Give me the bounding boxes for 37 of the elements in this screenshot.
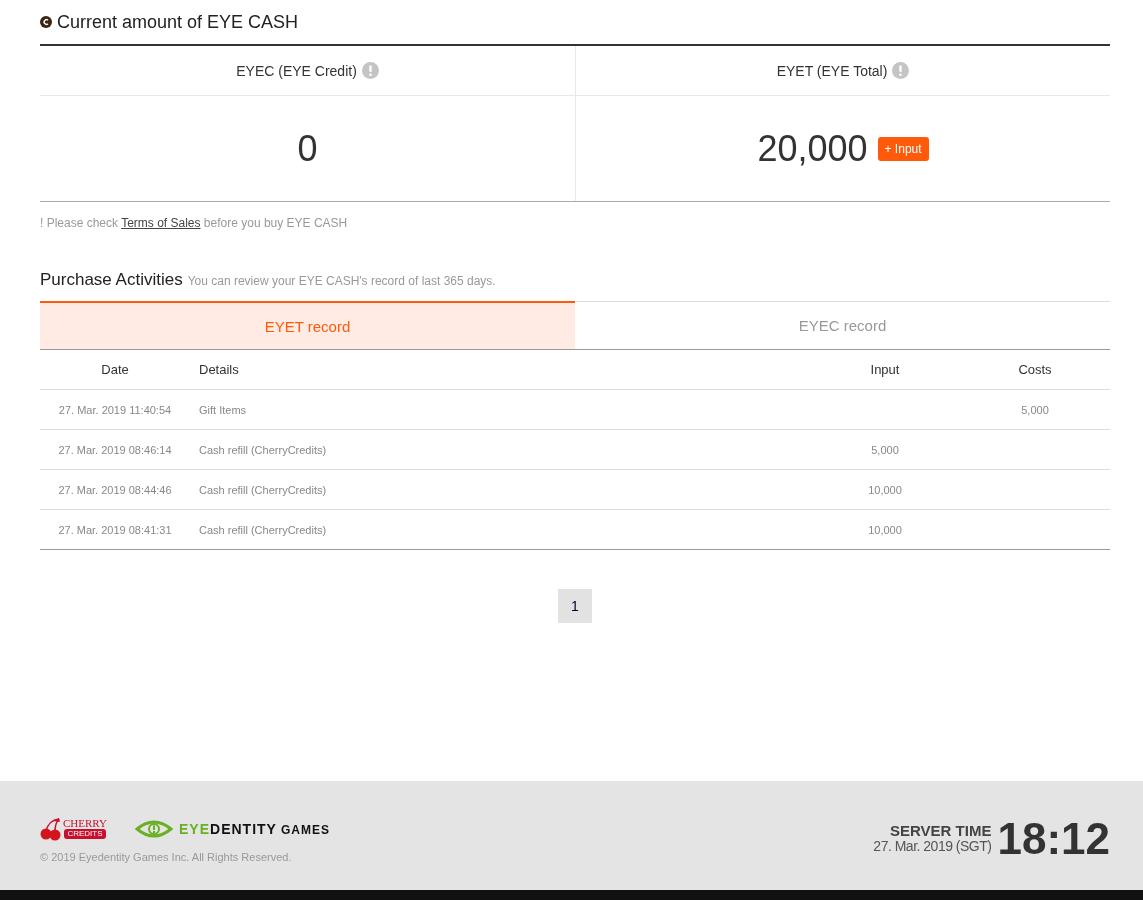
balance-amount: 20,000 (757, 127, 868, 170)
table-cell: 27. Mar. 2019 11:40:54 (58, 403, 172, 416)
eyedentity-logo: EYEDENTITY GAMES (135, 818, 330, 839)
page-button[interactable]: 1 (558, 589, 592, 623)
column-header: Details (190, 350, 810, 390)
input-button[interactable]: + Input (877, 136, 929, 161)
server-date: 27. Mar. 2019 (SGT) (873, 839, 992, 855)
table-cell: 10,000 (868, 523, 902, 536)
section-subtitle: You can review your EYE CASH's record of last 365 days. (187, 274, 496, 288)
coin-icon (40, 16, 52, 28)
table-cell: 27. Mar. 2019 08:46:14 (58, 443, 172, 456)
table-cell: 10,000 (868, 483, 902, 496)
table-cell: Cash refill (CherryCredits) (199, 443, 327, 456)
table-cell: 5,000 (1021, 403, 1049, 416)
server-time-label: SERVER TIME (890, 822, 992, 840)
table-cell: Cash refill (CherryCredits) (199, 483, 327, 496)
copyright-text: © 2019 Eyedentity Games Inc. All Rights Reserved. (40, 850, 293, 863)
balance-amount: 0 (297, 127, 318, 170)
section-title: Current amount of EYE CASH (57, 11, 299, 33)
table-cell: Gift Items (199, 403, 247, 416)
column-header: Input (810, 350, 960, 390)
table-cell: 5,000 (871, 443, 899, 456)
info-icon[interactable] (892, 62, 910, 79)
section-title: Purchase Activities (40, 270, 183, 290)
column-header: Date (40, 350, 190, 390)
table-cell: 27. Mar. 2019 08:41:31 (58, 523, 172, 536)
notice-text: ! Please check Terms of Sales before you buy EYE CASH (40, 216, 349, 230)
column-header: Costs (960, 350, 1110, 390)
info-icon[interactable] (361, 62, 379, 79)
terms-link[interactable]: Terms of Sales (121, 216, 201, 230)
table-cell: 27. Mar. 2019 08:44:46 (58, 483, 172, 496)
server-time: 18:12 (997, 813, 1110, 864)
record-tab[interactable]: EYET record (40, 301, 575, 349)
table-cell: Cash refill (CherryCredits) (199, 523, 327, 536)
balance-label: EYEC (EYE Credit) (236, 62, 357, 79)
balance-label: EYET (EYE Total) (776, 62, 888, 79)
cherry-credits-logo: CHERRY CREDITS (40, 816, 107, 841)
